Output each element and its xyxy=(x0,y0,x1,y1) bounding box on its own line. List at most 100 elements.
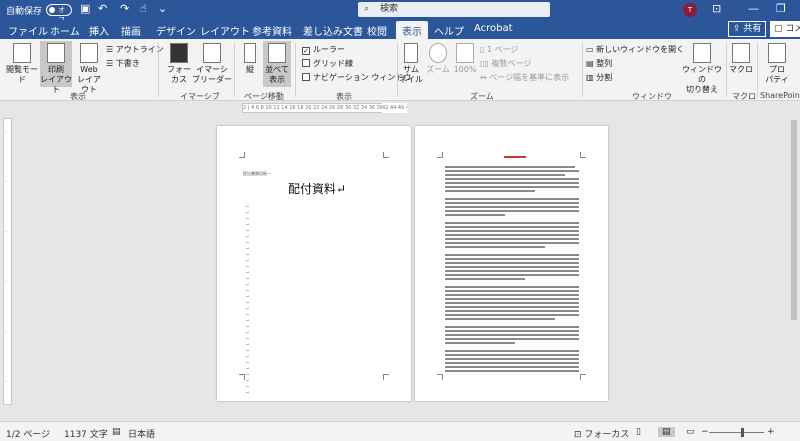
properties-button[interactable]: プロ パティ xyxy=(762,43,792,85)
navpane-checkbox[interactable]: ナビゲーション ウィンドウ xyxy=(302,72,411,83)
proofing-icon[interactable]: ▤ xyxy=(112,427,121,437)
margin-mark xyxy=(580,374,586,380)
ribbon-tabs: ファイル ホーム 挿入 描画 デザイン レイアウト 参考資料 差し込み文書 校閲… xyxy=(0,20,800,50)
one-page-thumbnail-button[interactable]: サム ネイル xyxy=(399,43,423,85)
ribbon-display-icon[interactable]: ⊡ xyxy=(712,2,721,15)
tab-references[interactable]: 参考資料 xyxy=(252,23,292,38)
text-line xyxy=(445,326,579,328)
text-line xyxy=(445,174,565,176)
vertical-scrollbar[interactable] xyxy=(788,118,800,415)
print-layout-view-icon[interactable]: ▤ xyxy=(658,427,675,437)
tab-acrobat[interactable]: Acrobat xyxy=(474,23,513,34)
search-input[interactable]: ⌕ 検索 xyxy=(358,2,550,17)
comment-button[interactable]: ▢ コメント xyxy=(770,21,800,50)
language[interactable]: 日本語 xyxy=(128,427,155,440)
zoom-slider[interactable] xyxy=(709,432,764,433)
text-line xyxy=(445,198,579,200)
text-line xyxy=(445,306,579,308)
read-mode-view-icon[interactable]: ▯ xyxy=(636,427,641,437)
web-layout-button[interactable]: Web レイアウト xyxy=(74,43,104,95)
tab-layout[interactable]: レイアウト xyxy=(200,23,250,38)
tab-help[interactable]: ヘルプ xyxy=(434,23,464,38)
arrange-all-label: 整列 xyxy=(596,59,613,68)
zoom-button[interactable]: ズーム xyxy=(424,43,452,75)
macros-button[interactable]: マクロ xyxy=(728,43,754,75)
margin-mark xyxy=(383,374,389,380)
page-width-button[interactable]: ↔ ページ幅を基準に表示 xyxy=(480,72,569,83)
scroll-thumb[interactable] xyxy=(791,120,797,320)
tab-mailings[interactable]: 差し込み文書 xyxy=(303,23,363,38)
print-layout-button[interactable]: 印刷 レイアウト xyxy=(40,41,72,94)
zoom-out-button[interactable]: − xyxy=(701,427,709,437)
share-button[interactable]: ⇪ 共有 xyxy=(728,21,766,37)
page-count[interactable]: 1/2 ページ xyxy=(6,427,50,440)
focus-button[interactable]: フォー カス xyxy=(164,43,194,85)
save-icon[interactable]: ▣ xyxy=(80,2,90,15)
zoom-slider-handle[interactable] xyxy=(741,428,744,437)
group-label-pagemove: ページ移動 xyxy=(244,92,284,101)
text-line xyxy=(445,222,579,224)
ruler-checkbox[interactable]: ✓ ルーラー xyxy=(302,44,345,55)
text-line xyxy=(445,242,579,244)
immersive-reader-label-2: ブリーダー xyxy=(192,75,232,84)
tab-insert[interactable]: 挿入 xyxy=(89,23,109,38)
gridlines-checkbox[interactable]: グリッド線 xyxy=(302,58,353,69)
vertical-ruler[interactable]: - - - - - - xyxy=(3,118,12,405)
side-to-side-button[interactable]: 並べて 表示 xyxy=(263,41,291,87)
tab-file[interactable]: ファイル xyxy=(8,23,48,38)
ribbon: 閲覧モード 印刷 レイアウト Web レイアウト ☰ アウトライン ☰ 下書き … xyxy=(0,39,800,101)
magnifier-icon xyxy=(429,43,447,63)
zoom-in-button[interactable]: + xyxy=(767,427,775,437)
web-layout-view-icon[interactable]: ▭ xyxy=(686,427,695,437)
word-count[interactable]: 1137 文字 xyxy=(64,427,108,440)
margin-mark xyxy=(239,374,245,380)
vertical-button[interactable]: 縦 xyxy=(238,43,262,75)
ruler-mark: - xyxy=(5,329,7,335)
minimize-icon[interactable]: — xyxy=(748,2,759,15)
tab-design[interactable]: デザイン xyxy=(156,23,196,38)
outline-button[interactable]: ☰ アウトライン xyxy=(106,44,164,55)
page-width-label: ページ幅を基準に表示 xyxy=(489,73,570,82)
print-layout-label-1: 印刷 xyxy=(48,65,64,74)
page-heading xyxy=(504,156,526,158)
read-mode-button[interactable]: 閲覧モード xyxy=(4,43,40,85)
undo-icon[interactable]: ↶ xyxy=(98,2,107,15)
text-line xyxy=(445,166,575,168)
restore-icon[interactable]: ❐ xyxy=(776,2,786,15)
zoom-100-button[interactable]: 100% xyxy=(452,43,478,75)
text-line xyxy=(445,210,579,212)
redo-icon[interactable]: ↷ xyxy=(120,2,129,15)
avatar[interactable]: T xyxy=(683,3,697,17)
side-to-side-label-1: 並べて xyxy=(265,65,289,74)
text-line xyxy=(445,214,505,216)
margin-mark xyxy=(437,152,443,158)
tab-view[interactable]: 表示 xyxy=(396,21,428,39)
text-line xyxy=(445,178,579,180)
immersive-reader-button[interactable]: イマーシ ブリーダー xyxy=(192,43,232,85)
switch-windows-button[interactable]: ウィンドウの 切り替え xyxy=(680,43,724,95)
new-window-button[interactable]: ▭ 新しいウィンドウを開く xyxy=(586,44,684,55)
split-button[interactable]: ▥ 分割 xyxy=(586,72,612,83)
thumbnail-label-2: ネイル xyxy=(399,75,423,84)
one-page-button[interactable]: ▯ 1 ページ xyxy=(480,44,518,55)
macros-icon xyxy=(732,43,750,63)
document-title[interactable]: 配付資料↵ xyxy=(288,180,346,197)
arrange-all-button[interactable]: ▤ 整列 xyxy=(586,58,612,69)
horizontal-scrollbar[interactable] xyxy=(18,413,788,421)
text-line xyxy=(445,362,579,364)
focus-mode-button[interactable]: ⊡ フォーカス xyxy=(574,427,629,440)
draft-button[interactable]: ☰ 下書き xyxy=(106,58,140,69)
tab-home[interactable]: ホーム xyxy=(50,23,80,38)
document-page-2[interactable] xyxy=(415,126,608,401)
checkbox-icon xyxy=(302,73,310,81)
tab-review[interactable]: 校閲 xyxy=(367,23,387,38)
customize-toolbar-icon[interactable]: ⌄ xyxy=(158,2,167,15)
document-page-1[interactable]: 提出書類用紙一 配付資料↵ xyxy=(217,126,411,401)
multiple-pages-button[interactable]: ▯▯ 複数ページ xyxy=(480,58,531,69)
text-line xyxy=(445,314,579,316)
touch-mode-icon[interactable]: ☝ xyxy=(140,2,147,15)
tab-draw[interactable]: 描画 xyxy=(121,23,141,38)
autosave-toggle[interactable]: オフ xyxy=(46,4,72,24)
group-separator xyxy=(397,43,398,97)
text-line xyxy=(445,286,579,288)
